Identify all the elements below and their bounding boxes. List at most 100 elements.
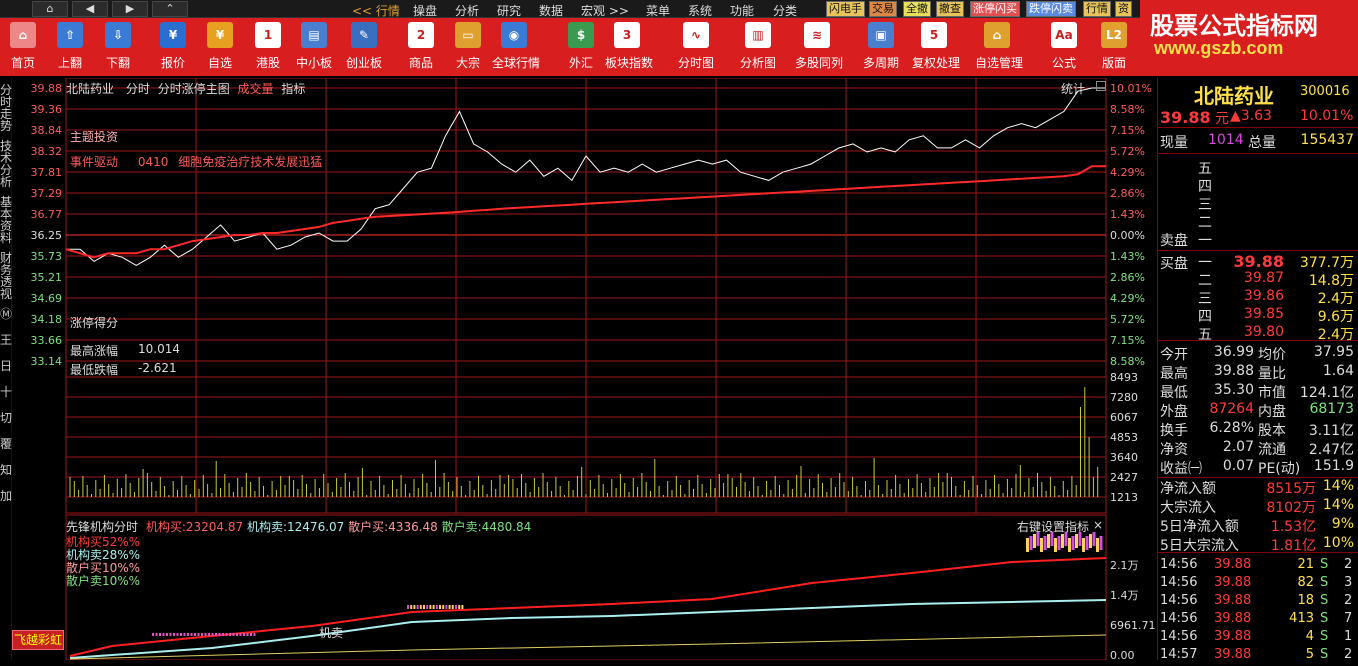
close-indicator-icon[interactable]: × bbox=[1093, 518, 1103, 532]
chart-tab-indicator[interactable]: 指标 bbox=[281, 82, 305, 96]
chart-tab-limit-main[interactable]: 分时涨停主图 bbox=[158, 82, 230, 96]
buy-marker bbox=[426, 605, 429, 609]
limit-down-sell-button[interactable]: 跌停闪卖 bbox=[1026, 1, 1076, 17]
menu-trading[interactable]: 操盘 bbox=[413, 2, 437, 19]
left-tab-6[interactable]: 日 bbox=[0, 360, 12, 372]
left-tab-8[interactable]: 切 bbox=[0, 412, 12, 424]
menu-research[interactable]: 研究 bbox=[497, 2, 521, 19]
home-nav-button[interactable]: ⌂ bbox=[32, 1, 68, 17]
toolbar-3-button[interactable]: ¥ 报价 bbox=[151, 20, 195, 71]
stat-label: 净资 bbox=[1160, 442, 1188, 458]
left-tab-2[interactable]: 基本资料 bbox=[0, 196, 12, 244]
menu-menu[interactable]: 菜单 bbox=[646, 2, 670, 19]
bottom-tab-rainbow[interactable]: 飞越彩虹 bbox=[12, 630, 64, 650]
buy-marker bbox=[458, 605, 461, 609]
toolbar-19-button[interactable]: Aa 公式 bbox=[1042, 20, 1086, 71]
left-tab-7[interactable]: 十 bbox=[0, 386, 12, 398]
left-tab-3[interactable]: 财务透视 bbox=[0, 252, 12, 300]
price-tick-label: 35.21 bbox=[31, 271, 63, 284]
left-tab-10[interactable]: 知 bbox=[0, 464, 12, 476]
toolbar-13-button[interactable]: ∿ 分时图 bbox=[674, 20, 718, 71]
forward-nav-button[interactable]: ▶ bbox=[112, 1, 148, 17]
buy-marker bbox=[194, 633, 196, 636]
toolbar-10-button[interactable]: ◉ 全球行情 bbox=[492, 20, 540, 71]
toolbar-1-button[interactable]: ⇧ 上翻 bbox=[48, 20, 92, 71]
menu-macro[interactable]: 宏观 >> bbox=[581, 2, 629, 19]
stat-label: 量比 bbox=[1258, 366, 1286, 382]
buy-marker bbox=[173, 633, 175, 636]
chart-tab-volume[interactable]: 成交量 bbox=[238, 82, 274, 96]
limit-up-buy-button[interactable]: 涨停闪买 bbox=[970, 1, 1020, 17]
toolbar-5-icon: 1 bbox=[255, 22, 281, 48]
toolbar-7-button[interactable]: ✎ 创业板 bbox=[342, 20, 386, 71]
stat-label: 最低 bbox=[1160, 385, 1188, 401]
toolbar-0-button[interactable]: ⌂ 首页 bbox=[1, 20, 45, 71]
quotes-button[interactable]: 行情 bbox=[1083, 1, 1111, 17]
right-click-indicator-settings[interactable]: 右键设置指标 bbox=[1017, 518, 1089, 535]
cancel-all-button[interactable]: 全撤 bbox=[903, 1, 931, 17]
menu-quotes[interactable]: << 行情 bbox=[352, 2, 400, 19]
chart-header: 北陆药业 分时 分时涨停主图 成交量 指标 bbox=[66, 80, 305, 97]
assets-button[interactable]: 资 bbox=[1115, 1, 1132, 17]
toolbar-15-button[interactable]: ≋ 多股同列 bbox=[795, 20, 843, 71]
maximize-icon[interactable] bbox=[1096, 81, 1106, 91]
retail-buy-value: 4336.48 bbox=[388, 520, 438, 534]
toolbar-14-button[interactable]: ▥ 分析图 bbox=[736, 20, 780, 71]
toolbar-14-icon: ▥ bbox=[745, 22, 771, 48]
buy-marker bbox=[429, 605, 432, 609]
stat-row: 换手 6.28% 股本 3.11亿 bbox=[1158, 420, 1358, 439]
chart-tab-intraday[interactable]: 分时 bbox=[126, 82, 150, 96]
quote-change-pct: 10.01% bbox=[1300, 108, 1354, 124]
left-tab-4[interactable]: Ⓜ bbox=[0, 308, 12, 320]
left-tab-1[interactable]: 技术分析 bbox=[0, 140, 12, 188]
menu-system[interactable]: 系统 bbox=[688, 2, 712, 19]
tick-volume: 413 bbox=[1289, 611, 1314, 626]
tick-price: 39.88 bbox=[1214, 557, 1252, 572]
volume-tick-label: 1213 bbox=[1110, 491, 1138, 504]
menu-analysis[interactable]: 分析 bbox=[455, 2, 479, 19]
sell-label: 卖盘 bbox=[1160, 233, 1188, 249]
intraday-chart-area: 39.88 10.01% 39.36 8.58% 38.84 7.15% 38.32 5.72… bbox=[12, 77, 1156, 662]
left-side-tabs: 分时走势技术分析基本资料财务透视 Ⓜ 王日十切覆知加 bbox=[0, 78, 12, 660]
back-nav-button[interactable]: ◀ bbox=[72, 1, 108, 17]
toolbar-17-button[interactable]: 5 复权处理 bbox=[912, 20, 960, 71]
buy-level-row: 三 39.86 2.4万 bbox=[1158, 288, 1358, 307]
toolbar-8-button[interactable]: 2 商品 bbox=[399, 20, 443, 71]
stat-button[interactable]: 统计 bbox=[1061, 80, 1085, 97]
trade-button[interactable]: 交易 bbox=[869, 1, 897, 17]
toolbar-5-button[interactable]: 1 港股 bbox=[246, 20, 290, 71]
menu-data[interactable]: 数据 bbox=[539, 2, 563, 19]
toolbar-16-button[interactable]: ▣ 多周期 bbox=[859, 20, 903, 71]
flash-trade-button[interactable]: 闪电手 bbox=[826, 1, 865, 17]
left-tab-0[interactable]: 分时走势 bbox=[0, 84, 12, 132]
buy-level-row: 五 39.80 2.4万 bbox=[1158, 324, 1358, 343]
tick-price: 39.88 bbox=[1214, 611, 1252, 626]
event-date: 0410 bbox=[137, 155, 169, 169]
buy-marker bbox=[155, 633, 158, 636]
flow-amount: 8515万 bbox=[1266, 481, 1316, 497]
toolbar-6-button[interactable]: ▤ 中小板 bbox=[292, 20, 336, 71]
buy-marker bbox=[201, 633, 203, 636]
toolbar-2-button[interactable]: ⇩ 下翻 bbox=[96, 20, 140, 71]
stat-row: 今开 36.99 均价 37.95 bbox=[1158, 344, 1358, 363]
toolbar-20-button[interactable]: L2 版面 bbox=[1092, 20, 1136, 71]
toolbar-12-button[interactable]: 3 板块指数 bbox=[605, 20, 653, 71]
lower-tick-label: 0.00 bbox=[1110, 649, 1135, 660]
tick-count: 7 bbox=[1344, 611, 1353, 626]
buy-marker bbox=[410, 605, 413, 609]
buy-level-volume: 9.6万 bbox=[1317, 309, 1354, 325]
left-tab-9[interactable]: 覆 bbox=[0, 438, 12, 450]
toolbar-11-button[interactable]: $ 外汇 bbox=[559, 20, 603, 71]
left-tab-11[interactable]: 加 bbox=[0, 490, 12, 502]
buy-marker bbox=[1026, 538, 1029, 552]
left-tab-5[interactable]: 王 bbox=[0, 334, 12, 346]
menu-function[interactable]: 功能 bbox=[730, 2, 754, 19]
toolbar-18-button[interactable]: ⌂ 自选管理 bbox=[975, 20, 1023, 71]
toolbar-4-button[interactable]: ¥ 自选 bbox=[198, 20, 242, 71]
menu-category[interactable]: 分类 bbox=[773, 2, 797, 19]
buy-marker bbox=[1040, 538, 1043, 552]
toolbar-9-button[interactable]: ▭ 大宗 bbox=[446, 20, 490, 71]
collapse-button[interactable]: ⌃ bbox=[152, 1, 188, 17]
toolbar-13-label: 分时图 bbox=[677, 56, 714, 70]
cancel-query-button[interactable]: 撤查 bbox=[936, 1, 964, 17]
